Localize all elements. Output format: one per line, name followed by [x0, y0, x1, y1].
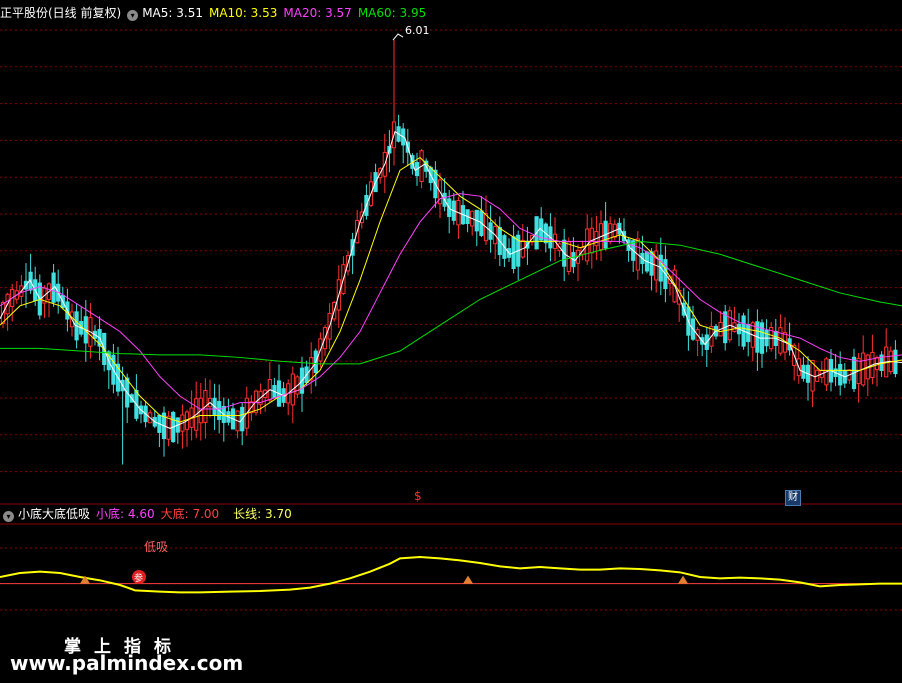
- finance-marker[interactable]: 财: [785, 490, 801, 506]
- long-line-value: 长线: 3.70: [233, 507, 292, 521]
- bottom-marker-triangle: [678, 575, 688, 584]
- low-buy-label: 低吸: [144, 540, 168, 554]
- ma20-value: MA20: 3.57: [283, 6, 352, 20]
- big-bottom-value: 大底: 7.00: [160, 507, 220, 521]
- ma5-value: MA5: 3.51: [142, 6, 203, 20]
- seal-glyph: 参: [134, 572, 143, 584]
- chart-annotations: 6.01 $ 低吸 参: [134, 24, 430, 584]
- ma20-line: [0, 193, 902, 410]
- high-price-label: 6.01: [405, 24, 430, 37]
- ma10-value: MA10: 3.53: [208, 6, 278, 20]
- main-chart-header: 正平股份(日线 前复权) ▾ MA5: 3.51 MA10: 3.53 MA20: 3.…: [0, 4, 432, 22]
- finance-marker-text: 财: [788, 492, 798, 503]
- candlestick-series: [0, 33, 898, 465]
- stock-chart-canvas: 6.01 $ 低吸 参: [0, 24, 902, 611]
- bottom-marker-triangle: [463, 575, 473, 584]
- high-price-pointer: [392, 33, 404, 41]
- settings-circle-icon[interactable]: ▾: [127, 10, 139, 21]
- ma10-line: [0, 156, 902, 423]
- dividend-marker[interactable]: $: [414, 489, 422, 503]
- small-bottom-value: 小底: 4.60: [96, 507, 155, 521]
- ma5-line: [0, 130, 902, 429]
- watermark-url: www.palmindex.com: [10, 651, 244, 675]
- ma60-value: MA60: 3.95: [357, 6, 427, 20]
- chart-markers: [80, 570, 688, 584]
- moving-average-lines: [0, 130, 902, 429]
- indicator-settings-icon[interactable]: ▾: [3, 511, 14, 522]
- indicator-header: ▾ 小底大底低吸 小底: 4.60 大底: 7.00 长线: 3.70: [0, 505, 298, 523]
- indicator-name[interactable]: 小底大底低吸: [18, 507, 90, 521]
- stock-name[interactable]: 正平股份(日线 前复权): [0, 6, 121, 20]
